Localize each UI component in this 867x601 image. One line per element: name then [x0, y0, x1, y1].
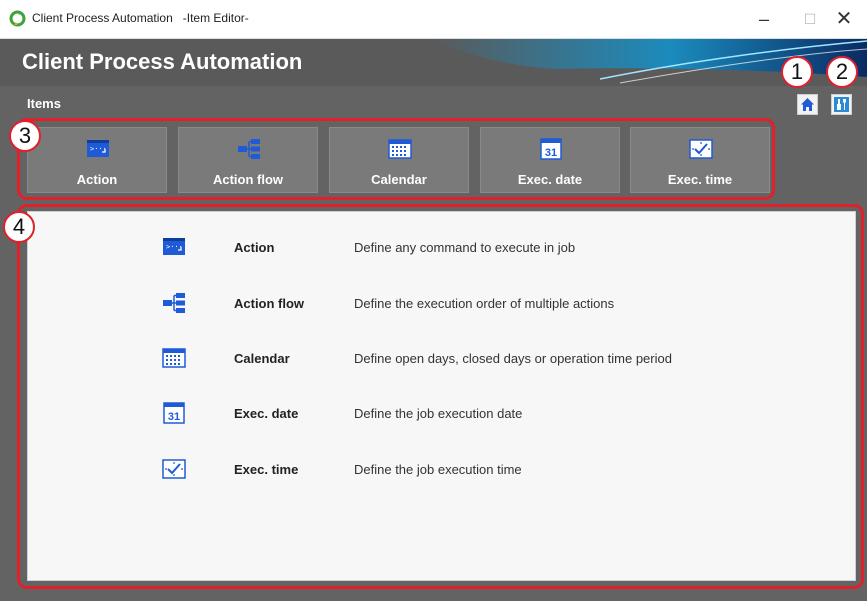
app-header: Client Process Automation	[0, 39, 867, 86]
callout-3: 3	[9, 120, 41, 152]
settings-tools-button[interactable]	[831, 94, 852, 115]
content-highlight-frame	[17, 204, 864, 589]
app-title: Client Process Automation	[22, 49, 303, 74]
minimize-button[interactable]: –	[741, 0, 787, 38]
home-button[interactable]	[797, 94, 818, 115]
close-button[interactable]: ✕	[821, 0, 867, 38]
home-icon	[801, 98, 814, 111]
callout-2: 2	[826, 56, 858, 88]
callout-4: 4	[3, 211, 35, 243]
toolbar-highlight-frame	[17, 118, 775, 200]
callout-1: 1	[781, 56, 813, 88]
window-titlebar: Client Process Automation -Item Editor- …	[0, 0, 867, 39]
items-label: Items	[27, 96, 61, 111]
window-title: Client Process Automation -Item Editor-	[32, 11, 249, 25]
tools-icon	[834, 97, 849, 112]
app-logo-icon	[9, 10, 26, 27]
